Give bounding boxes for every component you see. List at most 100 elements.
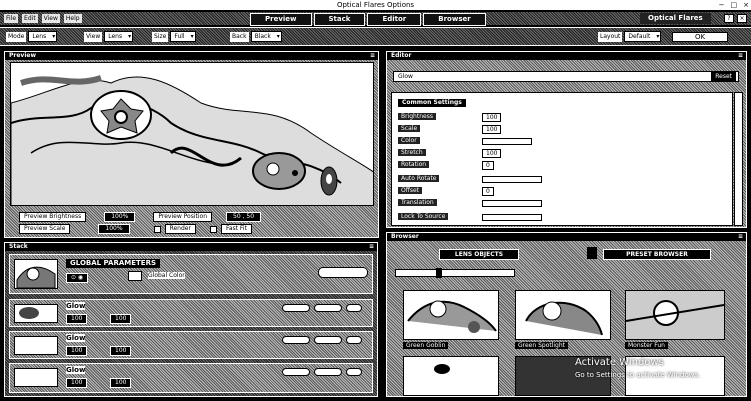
- panel-menu-icon[interactable]: ≡: [738, 233, 743, 241]
- global-parameters-row[interactable]: GLOBAL PARAMETERS ⊙ ◉ Global Color: [9, 254, 373, 294]
- brightness-field[interactable]: 100: [482, 112, 502, 122]
- panel-header: Stack ≡: [5, 243, 377, 251]
- stack-item[interactable]: Glow 100 100: [9, 331, 373, 359]
- view-dropdown[interactable]: Lens: [104, 31, 134, 42]
- stack-item-delete-button[interactable]: [346, 336, 362, 344]
- preview-scale-field[interactable]: 100%: [98, 224, 130, 234]
- property-name: Color: [398, 137, 420, 144]
- panel-menu-icon[interactable]: ≡: [738, 52, 743, 60]
- global-options-button[interactable]: [318, 267, 368, 278]
- editor-object-selector[interactable]: Glow Reset: [393, 71, 739, 82]
- layout-dropdown[interactable]: Default: [624, 31, 662, 42]
- stack-item-thumbnail: [14, 368, 58, 387]
- stack-panel: Stack ≡ GLOBAL PARAMETERS ⊙ ◉ Global Col…: [4, 242, 378, 397]
- watermark-line-2: Go to Settings to activate Windows.: [575, 371, 701, 379]
- stack-item-hide-button[interactable]: [314, 304, 342, 312]
- stack-item-solo-button[interactable]: [282, 336, 310, 344]
- menu-edit[interactable]: Edit: [22, 14, 38, 23]
- editor-panel: Editor ≡ Glow Reset Common Settings Brig…: [386, 51, 747, 228]
- folder-icon[interactable]: [587, 247, 597, 259]
- preset-card[interactable]: [625, 290, 725, 340]
- stack-item[interactable]: Glow 100 100: [9, 299, 373, 327]
- size-dropdown[interactable]: Full: [170, 31, 196, 42]
- global-color-swatch[interactable]: [128, 271, 142, 281]
- stack-item-brightness[interactable]: 100: [66, 346, 88, 356]
- stack-item-scale[interactable]: 100: [110, 346, 132, 356]
- global-parameters-title: GLOBAL PARAMETERS: [66, 259, 161, 268]
- section-common-settings[interactable]: Common Settings: [398, 99, 466, 107]
- background-dropdown[interactable]: Black: [250, 31, 282, 42]
- toolbar: Mode Lens View Lens Size Full Back Black…: [0, 27, 751, 46]
- color-swatch[interactable]: [482, 137, 532, 145]
- editor-row: Rotation 0: [398, 160, 494, 170]
- menu-view[interactable]: View: [41, 14, 60, 23]
- property-name: Brightness: [398, 113, 436, 120]
- stack-item-hide-button[interactable]: [314, 368, 342, 376]
- panel-menu-icon[interactable]: ≡: [369, 243, 374, 251]
- scale-field[interactable]: 100: [482, 124, 502, 134]
- preview-panel: Preview ≡ Preview Brightness 100% Previe…: [4, 51, 379, 238]
- maximize-icon[interactable]: □: [731, 0, 738, 11]
- translation-slider[interactable]: [482, 199, 542, 207]
- watermark-line-1: Activate Windows: [575, 357, 664, 368]
- editor-row: Offset 0: [398, 186, 494, 196]
- menu-help[interactable]: Help: [63, 14, 82, 23]
- editor-section-header: Common Settings: [398, 99, 466, 107]
- panel-header: Preview ≡: [5, 52, 378, 60]
- offset-field[interactable]: 0: [482, 186, 494, 196]
- activate-windows-watermark: Activate Windows Go to Settings to activ…: [575, 357, 700, 381]
- toolbar-group-view: View Lens: [84, 31, 134, 42]
- preset-browser-button[interactable]: PRESET BROWSER: [603, 249, 711, 260]
- render-checkbox[interactable]: [153, 225, 161, 233]
- menu-file[interactable]: File: [4, 14, 19, 23]
- reset-button[interactable]: Reset: [711, 72, 736, 81]
- stack-item-brightness[interactable]: 100: [66, 378, 88, 388]
- editor-row: Auto Rotate: [398, 175, 542, 183]
- property-name: Lock To Source: [398, 213, 449, 220]
- preview-position-field[interactable]: 50 , 50: [226, 212, 262, 222]
- toolbar-label: Back: [230, 31, 249, 42]
- toolbar-group-mode: Mode Lens: [6, 31, 58, 42]
- tab-stack[interactable]: Stack: [313, 13, 366, 26]
- tab-preview[interactable]: Preview: [250, 13, 312, 26]
- editor-scrollbar[interactable]: [734, 92, 743, 226]
- preview-scale-label: Preview Scale: [19, 224, 71, 234]
- minimize-icon[interactable]: −: [719, 0, 725, 11]
- fast-fit-checkbox[interactable]: [209, 225, 217, 233]
- stack-item-solo-button[interactable]: [282, 368, 310, 376]
- preset-card[interactable]: [403, 290, 499, 340]
- toolbar-label: Size: [152, 31, 169, 42]
- thumbnail-size-slider[interactable]: [395, 268, 515, 278]
- tab-editor[interactable]: Editor: [367, 13, 422, 26]
- help-icon[interactable]: ?: [724, 14, 734, 23]
- rotation-field[interactable]: 0: [482, 160, 494, 170]
- preset-card[interactable]: [515, 290, 611, 340]
- tab-browser[interactable]: Browser: [423, 13, 486, 26]
- slider-handle[interactable]: [436, 268, 442, 278]
- stack-item-scale[interactable]: 100: [110, 314, 132, 324]
- global-visibility-toggle[interactable]: ⊙ ◉: [66, 273, 89, 283]
- lock-to-source-slider[interactable]: [482, 213, 542, 221]
- preset-card[interactable]: [403, 356, 499, 396]
- preview-row-1: Preview Brightness 100% Preview Position…: [19, 212, 262, 222]
- close-window-icon[interactable]: ×: [737, 14, 747, 23]
- stack-item-solo-button[interactable]: [282, 304, 310, 312]
- lens-objects-button[interactable]: LENS OBJECTS: [439, 249, 519, 260]
- ok-button[interactable]: OK: [672, 32, 728, 42]
- stack-item[interactable]: Glow 100 100: [9, 363, 373, 393]
- close-icon[interactable]: ×: [743, 0, 749, 11]
- stack-item-delete-button[interactable]: [346, 368, 362, 376]
- editor-row: Translation: [398, 199, 542, 207]
- auto-rotate-slider[interactable]: [482, 175, 542, 183]
- stack-item-scale[interactable]: 100: [110, 378, 132, 388]
- mode-dropdown[interactable]: Lens: [28, 31, 58, 42]
- preview-brightness-field[interactable]: 100%: [104, 212, 136, 222]
- preview-position-label: Preview Position: [153, 212, 213, 222]
- panel-menu-icon[interactable]: ≡: [370, 52, 375, 60]
- stack-item-brightness[interactable]: 100: [66, 314, 88, 324]
- flare-preview-canvas[interactable]: [10, 62, 374, 206]
- stretch-field[interactable]: 100: [482, 148, 502, 158]
- stack-item-delete-button[interactable]: [346, 304, 362, 312]
- stack-item-hide-button[interactable]: [314, 336, 342, 344]
- stack-item-name: Glow: [66, 366, 86, 374]
